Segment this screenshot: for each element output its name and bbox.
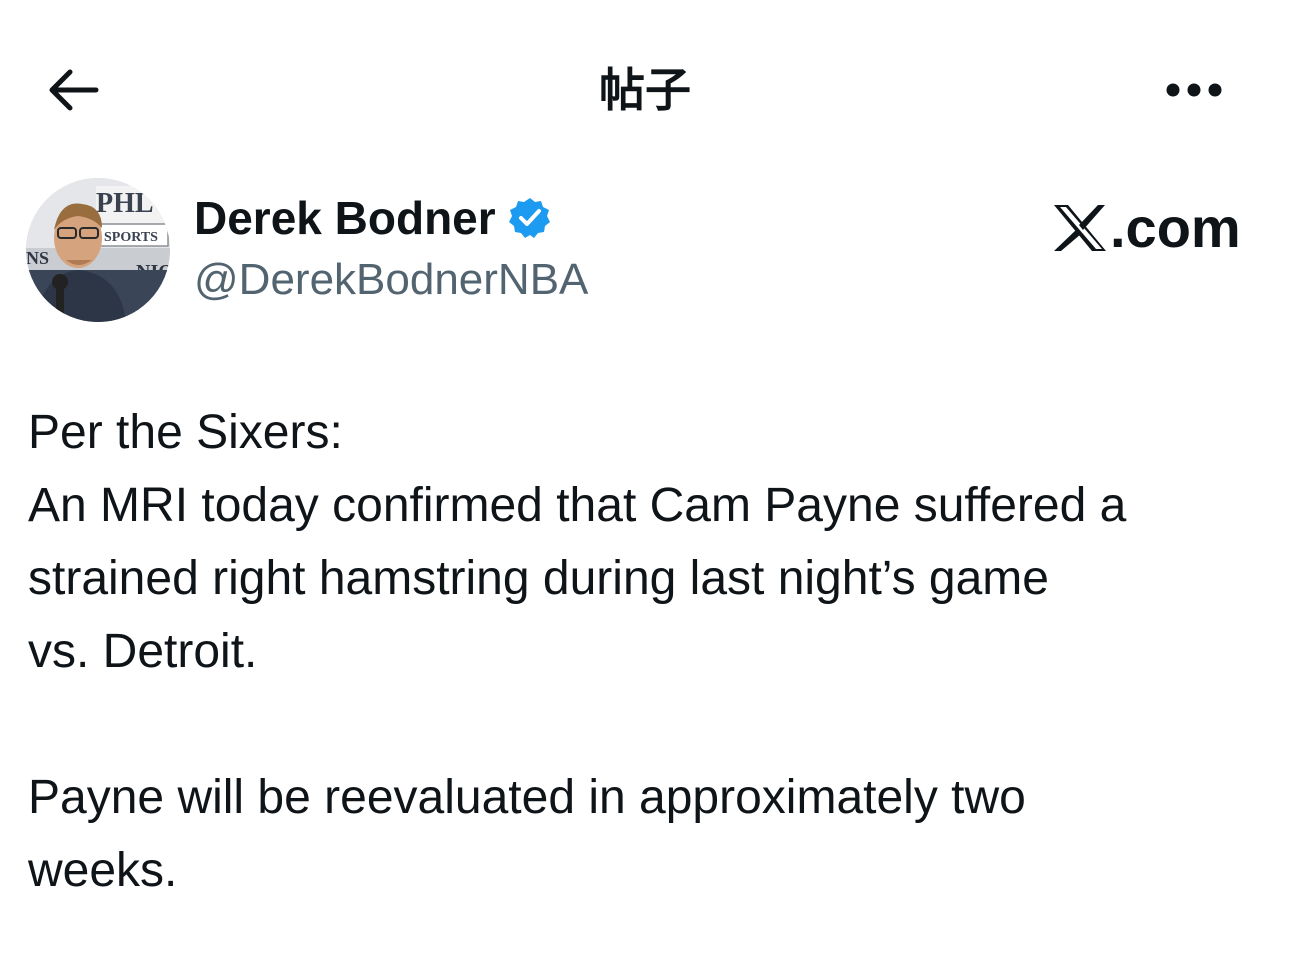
tweet-line: weeks. xyxy=(28,844,178,897)
author-header: PHL SPORTS NS NIO Derek Bodner @DerekBod… xyxy=(0,170,1290,330)
avatar-photo: PHL SPORTS NS NIO xyxy=(26,178,170,322)
tweet-line: vs. Detroit. xyxy=(28,625,258,678)
tweet-line: Per the Sixers: xyxy=(28,406,343,459)
more-horizontal-icon xyxy=(1166,83,1222,97)
avatar-sign-phl: PHL xyxy=(96,188,154,219)
display-name[interactable]: Derek Bodner xyxy=(194,190,496,246)
tweet-text: Per the Sixers: An MRI today confirmed t… xyxy=(28,396,1278,907)
tweet-line: strained right hamstring during last nig… xyxy=(28,552,1049,605)
avatar-sign-sports: SPORTS xyxy=(104,230,158,245)
tweet-line: An MRI today confirmed that Cam Payne su… xyxy=(28,479,1127,532)
verified-badge-icon xyxy=(508,196,552,240)
tweet-line: Payne will be reevaluated in approximate… xyxy=(28,771,1026,824)
more-options-button[interactable] xyxy=(1156,66,1232,114)
brand-watermark: .com xyxy=(1052,198,1241,258)
brand-text: .com xyxy=(1110,196,1241,259)
x-logo-icon xyxy=(1052,203,1108,253)
avatar[interactable]: PHL SPORTS NS NIO xyxy=(26,178,170,322)
user-handle[interactable]: @DerekBodnerNBA xyxy=(194,252,588,308)
display-name-row: Derek Bodner xyxy=(194,190,552,246)
avatar-sign-ns: NS xyxy=(26,248,49,268)
top-navigation-bar: 帖子 xyxy=(0,0,1290,180)
page-title: 帖子 xyxy=(599,63,691,117)
